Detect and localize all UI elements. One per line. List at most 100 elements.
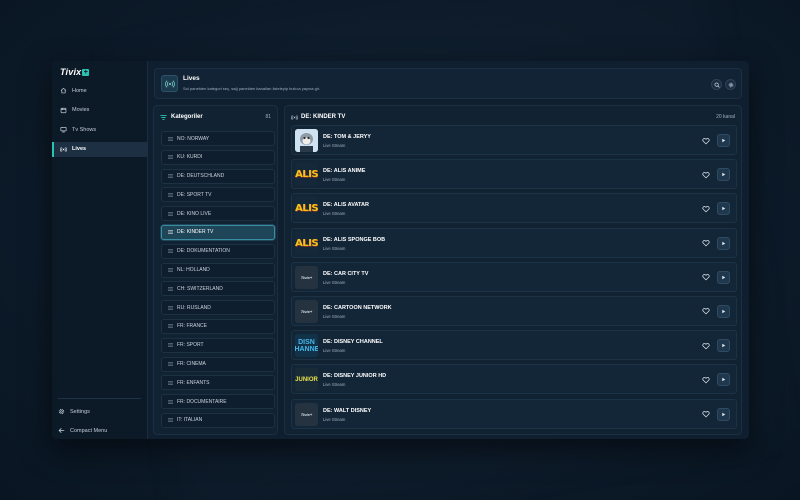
- sidebar-item-label: Home: [72, 87, 87, 94]
- favorite-button[interactable]: [701, 204, 710, 213]
- play-button[interactable]: [717, 202, 730, 216]
- heart-icon: [701, 206, 710, 213]
- category-label: DE: KINO LIVE: [177, 210, 212, 217]
- categories-count: 81: [265, 114, 271, 120]
- app-logo: Tivix +: [60, 67, 90, 77]
- category-item[interactable]: DE: SPORT TV: [161, 187, 275, 203]
- heart-icon: [701, 137, 710, 144]
- category-item[interactable]: FR: ENFANTS: [161, 375, 275, 391]
- category-item[interactable]: RU: RUSLAND: [161, 300, 275, 316]
- favorite-button[interactable]: [701, 170, 710, 179]
- heart-icon: [701, 171, 710, 178]
- favorite-button[interactable]: [701, 341, 710, 350]
- category-item[interactable]: FR: SPORT: [161, 337, 275, 353]
- channel-row[interactable]: ALIS DE: ALIS SPONGE BOB Live Stream: [291, 227, 737, 258]
- list-icon: [168, 399, 173, 404]
- category-label: FR: FRANCE: [177, 323, 207, 330]
- list-icon: [168, 268, 173, 272]
- channel-row[interactable]: JUNIOR DE: DISNEY JUNIOR HD Live Stream: [291, 364, 737, 395]
- channel-row[interactable]: DISN CHANNEL DE: DISNEY CHANNEL Live Strea…: [291, 330, 737, 361]
- channel-row[interactable]: Tivix+ DE: CARTOON NETWORK Live Stream: [291, 295, 737, 326]
- settings-icon-button[interactable]: [725, 79, 736, 90]
- category-item[interactable]: DE: KINDER TV: [161, 224, 275, 240]
- sidebar-item-lives[interactable]: Lives: [52, 141, 148, 157]
- broadcast-icon: [161, 75, 178, 92]
- category-item[interactable]: IT: ITALIAN: [161, 412, 275, 428]
- channel-subtitle: Live Stream: [323, 143, 346, 148]
- category-item[interactable]: NO: NORWAY: [161, 131, 275, 146]
- favorite-button[interactable]: [701, 375, 710, 384]
- list-icon: [168, 211, 173, 216]
- categories-header: Kategoriler 81: [160, 112, 271, 122]
- play-button[interactable]: [717, 236, 730, 250]
- favorite-button[interactable]: [701, 410, 710, 419]
- category-item[interactable]: FR: CINEMA: [161, 356, 275, 372]
- category-item[interactable]: FR: FRANCE: [161, 318, 275, 334]
- play-button[interactable]: [717, 339, 730, 353]
- logo-text: Tivix: [60, 67, 82, 77]
- play-icon: [722, 275, 726, 279]
- favorite-button[interactable]: [701, 136, 710, 145]
- disney-junior-logo-icon: JUNIOR: [295, 376, 318, 383]
- broadcast-icon: [60, 146, 67, 153]
- list-icon: [168, 230, 173, 235]
- channel-subtitle: Live Stream: [323, 279, 346, 285]
- compact-menu-label: Compact Menu: [70, 427, 108, 434]
- list-icon: [168, 287, 173, 291]
- category-item[interactable]: NL: HOLLAND: [161, 262, 275, 278]
- favorite-button[interactable]: [701, 307, 710, 316]
- play-button[interactable]: [717, 373, 730, 387]
- page-title: Lives: [183, 75, 200, 82]
- category-item[interactable]: FR: DOCUMENTAIRE: [161, 394, 275, 410]
- play-button[interactable]: [717, 134, 730, 147]
- channel-subtitle: Live Stream: [323, 416, 346, 422]
- channel-subtitle: Live Stream: [323, 348, 346, 354]
- favorite-button[interactable]: [701, 239, 710, 248]
- heart-icon: [701, 376, 710, 384]
- channel-logo: ALIS: [295, 197, 318, 221]
- list-icon: [168, 418, 173, 423]
- favorite-button[interactable]: [701, 273, 710, 282]
- sidebar-item-home[interactable]: Home: [52, 83, 148, 98]
- channel-name: DE: ALIS SPONGE BOB: [323, 236, 386, 243]
- page-subtitle: Sol panelden kategori seç, sağ panelden …: [183, 86, 320, 91]
- channel-name: DE: CARTOON NETWORK: [323, 304, 392, 311]
- category-item[interactable]: DE: DOKUMENTATION: [161, 243, 275, 259]
- compact-menu-button[interactable]: Compact Menu: [52, 423, 107, 438]
- play-button[interactable]: [717, 304, 730, 318]
- film-icon: [60, 107, 67, 114]
- list-icon: [168, 324, 173, 329]
- category-label: FR: CINEMA: [177, 361, 206, 368]
- play-icon: [722, 241, 726, 245]
- channel-logo: Tivix+: [295, 265, 318, 289]
- list-icon: [168, 381, 173, 385]
- heart-icon: [701, 274, 710, 281]
- list-icon: [168, 155, 173, 160]
- channel-row[interactable]: Tivix+ DE: CAR CITY TV Live Stream: [291, 261, 737, 292]
- play-button[interactable]: [717, 407, 730, 421]
- channel-name: DE: DISNEY CHANNEL: [323, 339, 383, 346]
- sidebar-item-tv-shows[interactable]: Tv Shows: [52, 122, 148, 137]
- sidebar-item-movies[interactable]: Movies: [52, 103, 148, 118]
- category-item[interactable]: CH: SWITZERLAND: [161, 281, 275, 297]
- category-label: DE: SPORT TV: [177, 191, 212, 198]
- channel-row[interactable]: ALIS DE: ALIS AVATAR Live Stream: [291, 193, 737, 224]
- list-icon: [168, 174, 173, 178]
- category-label: CH: SWITZERLAND: [177, 285, 223, 292]
- channel-row[interactable]: DE: TOM & JERYY Live Stream: [291, 125, 737, 155]
- arrow-left-icon: [58, 427, 65, 434]
- play-button[interactable]: [717, 270, 730, 284]
- channel-row[interactable]: ALIS DE: ALIS ANIME Live Stream: [291, 159, 737, 190]
- sidebar: Tivix + Home Movies Tv Shows Lives Settings …: [52, 61, 148, 439]
- search-button[interactable]: [711, 79, 722, 90]
- tivix-logo-icon: Tivix+: [300, 411, 313, 417]
- settings-button[interactable]: Settings: [52, 404, 90, 419]
- category-item[interactable]: DE: KINO LIVE: [161, 206, 275, 222]
- channel-row[interactable]: Tivix+ DE: WALT DISNEY Live Stream: [291, 398, 737, 429]
- play-button[interactable]: [717, 168, 730, 182]
- category-item[interactable]: KU: KURDI: [161, 149, 275, 165]
- channel-logo: JUNIOR: [295, 368, 318, 392]
- category-label: RU: RUSLAND: [177, 304, 211, 311]
- search-icon: [714, 82, 720, 88]
- category-item[interactable]: DE: DEUTSCHLAND: [161, 168, 275, 184]
